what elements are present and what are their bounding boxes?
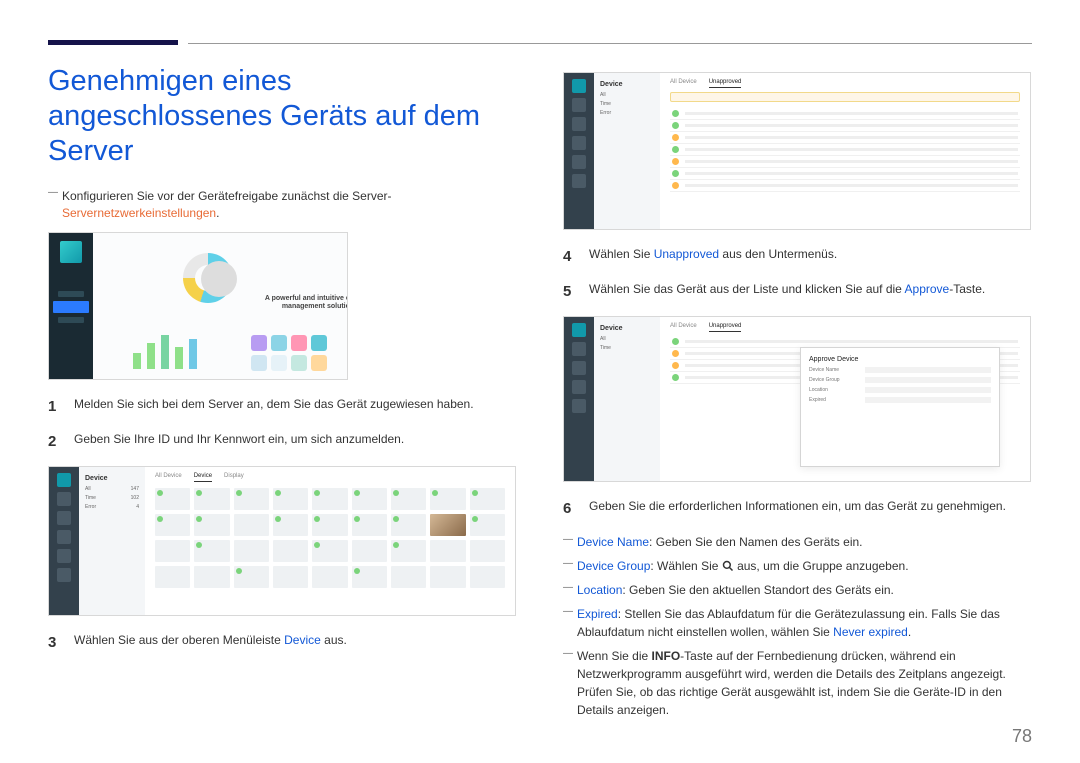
modal-title: Approve Device (809, 356, 991, 363)
text: aus, um die Gruppe anzugeben. (734, 559, 909, 573)
ss-left-panel: Device All Time (594, 317, 660, 481)
ss-nav (564, 73, 594, 229)
text: : Stellen Sie das Ablaufdatum für die Ge… (577, 607, 1000, 639)
step-number: 2 (48, 431, 62, 452)
right-column: Device All Time Error All DeviceUnapprov… (563, 64, 1032, 719)
content-columns: Genehmigen eines angeschlossenes Geräts … (48, 64, 1032, 719)
device-term: Device (284, 633, 321, 647)
bullet-expired: Expired: Stellen Sie das Ablaufdatum für… (563, 605, 1032, 641)
text: Wählen Sie aus der oberen Menüleiste (74, 633, 284, 647)
tile-grid-icon (251, 335, 327, 371)
text: Wählen Sie das Gerät aus der Liste und k… (589, 282, 905, 296)
search-icon (722, 560, 734, 572)
ss-main: All DeviceUnapproved Approve Device Devi… (660, 317, 1030, 481)
screenshot-approve-dialog: Device All Time All DeviceUnapproved (563, 316, 1031, 482)
bar-chart-icon (133, 329, 197, 369)
step-1: 1 Melden Sie sich bei dem Server an, dem… (48, 396, 517, 417)
bullet-device-name: Device Name: Geben Sie den Namen des Ger… (563, 533, 1032, 551)
step-number: 4 (563, 246, 577, 267)
location-term: Location (577, 583, 622, 597)
ss-main: All DeviceDeviceDisplay (145, 467, 515, 615)
ss-nav-item-active (53, 301, 89, 313)
step-3: 3 Wählen Sie aus der oberen Menüleiste D… (48, 632, 517, 653)
ss-caption: A powerful and intuitive content managem… (253, 295, 348, 310)
logo-icon (57, 473, 71, 487)
bullet-location: Location: Geben Sie den aktuellen Stando… (563, 581, 1032, 599)
device-list (670, 108, 1020, 192)
header-divider (188, 43, 1032, 44)
text: : Wählen Sie (650, 559, 721, 573)
ss-nav-item (58, 291, 84, 297)
text: : Geben Sie den Namen des Geräts ein. (649, 535, 862, 549)
text: Wählen Sie (589, 247, 654, 261)
step-5: 5 Wählen Sie das Gerät aus der Liste und… (563, 281, 1032, 302)
ss-left-panel: Device All147 Time102 Error4 (79, 467, 145, 615)
approve-term: Approve (905, 282, 950, 296)
device-label: Device (600, 81, 654, 88)
text: aus den Untermenüs. (719, 247, 837, 261)
approve-modal: Approve Device Device Name Device Group … (800, 347, 1000, 467)
bullet-info: Wenn Sie die INFO-Taste auf der Fernbedi… (563, 647, 1032, 719)
ss-left-panel: Device All Time Error (594, 73, 660, 229)
text: -Taste. (949, 282, 985, 296)
left-column: Genehmigen eines angeschlossenes Geräts … (48, 64, 517, 719)
step-text: Geben Sie die erforderlichen Information… (589, 498, 1032, 519)
tab-device: Device (194, 473, 212, 482)
step-number: 1 (48, 396, 62, 417)
text: : Geben Sie den aktuellen Standort des G… (622, 583, 894, 597)
alert-bar (670, 92, 1020, 102)
device-label: Device (85, 475, 139, 482)
bullet-device-group: Device Group: Wählen Sie aus, um die Gru… (563, 557, 1032, 575)
step-text: Wählen Sie das Gerät aus der Liste und k… (589, 281, 1032, 302)
step-text: Wählen Sie aus der oberen Menüleiste Dev… (74, 632, 517, 653)
header-accent-bar (48, 40, 178, 45)
screenshot-unapproved-list: Device All Time Error All DeviceUnapprov… (563, 72, 1031, 230)
never-expired-link: Never expired (833, 625, 908, 639)
device-group-term: Device Group (577, 559, 650, 573)
text: Wenn Sie die (577, 649, 652, 663)
config-note: Konfigurieren Sie vor der Gerätefreigabe… (48, 188, 517, 222)
screenshot-login: A powerful and intuitive content managem… (48, 232, 348, 380)
ss-tabs: All DeviceUnapproved (670, 323, 1020, 332)
ss-nav (564, 317, 594, 481)
avatar-icon (201, 261, 237, 297)
logo-icon (572, 79, 586, 93)
server-settings-link[interactable]: Servernetzwerkeinstellungen (62, 206, 216, 220)
screenshot-device-grid: Device All147 Time102 Error4 All DeviceD… (48, 466, 516, 616)
ss-tabs: All DeviceUnapproved (670, 79, 1020, 88)
step-4: 4 Wählen Sie Unapproved aus den Untermen… (563, 246, 1032, 267)
info-bold: INFO (652, 649, 681, 663)
logo-icon (60, 241, 82, 263)
device-name-term: Device Name (577, 535, 649, 549)
step-number: 5 (563, 281, 577, 302)
step-number: 3 (48, 632, 62, 653)
unapproved-term: Unapproved (654, 247, 719, 261)
step-number: 6 (563, 498, 577, 519)
ss-nav (49, 467, 79, 615)
ss-nav-item (58, 317, 84, 323)
ss-tabs: All DeviceDeviceDisplay (155, 473, 505, 482)
expired-term: Expired (577, 607, 618, 621)
step-text: Melden Sie sich bei dem Server an, dem S… (74, 396, 517, 417)
step-text: Wählen Sie Unapproved aus den Untermenüs… (589, 246, 1032, 267)
text: aus. (321, 633, 347, 647)
page-number: 78 (1012, 726, 1032, 747)
step-2: 2 Geben Sie Ihre ID und Ihr Kennwort ein… (48, 431, 517, 452)
page-title: Genehmigen eines angeschlossenes Geräts … (48, 64, 517, 168)
note-prefix: Konfigurieren Sie vor der Gerätefreigabe… (62, 189, 392, 203)
text: . (908, 625, 911, 639)
ss-main: All DeviceUnapproved (660, 73, 1030, 229)
step-6: 6 Geben Sie die erforderlichen Informati… (563, 498, 1032, 519)
tile-grid (155, 488, 505, 588)
note-suffix: . (216, 206, 219, 220)
step-text: Geben Sie Ihre ID und Ihr Kennwort ein, … (74, 431, 517, 452)
logo-icon (572, 323, 586, 337)
ss-sidebar (49, 233, 93, 379)
device-label: Device (600, 325, 654, 332)
